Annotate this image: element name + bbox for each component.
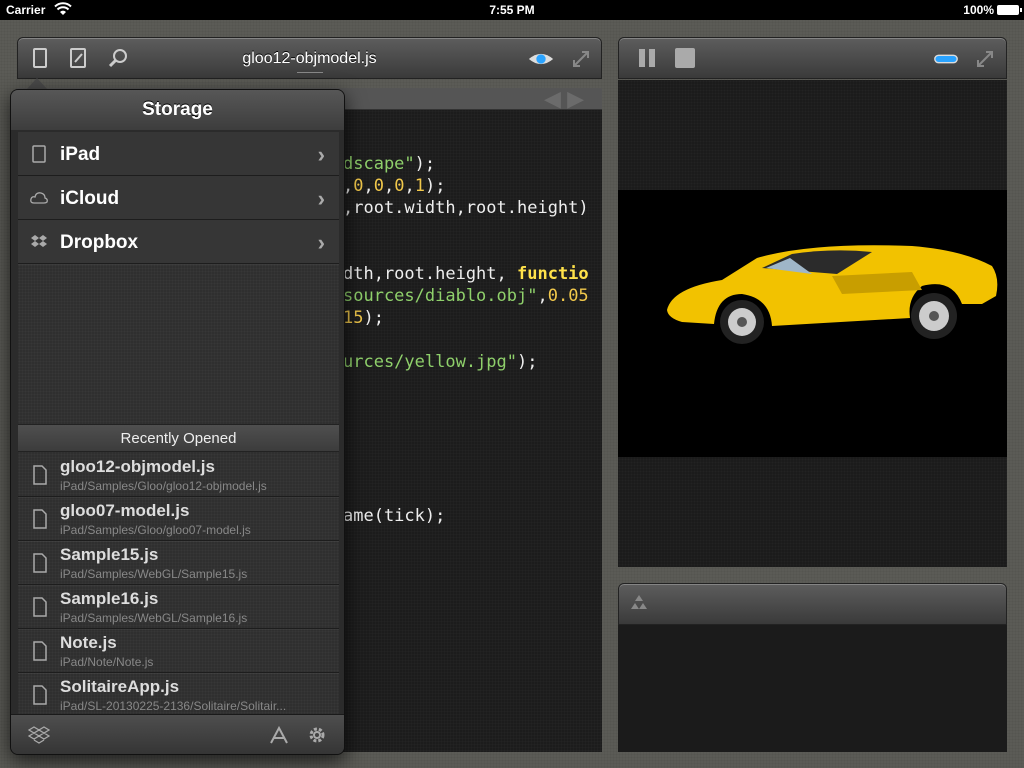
gear-icon[interactable] [305, 723, 329, 747]
preview-pane [618, 80, 1007, 567]
code-token: ,root.width,root.height) [343, 198, 589, 218]
storage-item-ipad[interactable]: iPad › [18, 132, 339, 176]
storage-item-dropbox[interactable]: Dropbox › [18, 220, 339, 264]
code-token: , [384, 176, 395, 196]
file-icon [33, 641, 47, 661]
code-token: 0 [373, 176, 384, 196]
dropbox-sync-icon[interactable] [27, 723, 51, 747]
storage-popover: Storage iPad › iCloud › Dropbox › Recent… [10, 89, 345, 755]
console-toolbar [618, 583, 1007, 625]
recent-file-path: iPad/Samples/Gloo/gloo12-objmodel.js [60, 479, 267, 493]
battery-icon [997, 5, 1022, 15]
recent-file-name: gloo12-objmodel.js [60, 457, 215, 476]
recent-file-name: gloo07-model.js [60, 501, 190, 520]
code-line: dscape"); [343, 154, 435, 174]
storage-item-label: iCloud [60, 188, 120, 209]
code-token: 1 [414, 176, 425, 196]
webgl-canvas[interactable] [618, 190, 1007, 457]
code-line: urces/yellow.jpg"); [343, 352, 537, 372]
car-model-image [667, 245, 998, 344]
code-token: sources/diablo.obj" [343, 286, 538, 306]
recent-file-item[interactable]: SolitaireApp.js iPad/SL-20130225-2136/So… [18, 673, 339, 717]
code-token: ); [363, 308, 384, 328]
recent-file-item[interactable]: gloo07-model.js iPad/Samples/Gloo/gloo07… [18, 497, 339, 541]
code-line: 15); [343, 308, 384, 328]
file-icon [33, 597, 47, 617]
code-token: 15 [343, 308, 364, 328]
storage-item-icloud[interactable]: iCloud › [18, 176, 339, 220]
ipad-icon [32, 145, 46, 163]
code-token: ); [425, 176, 446, 196]
code-token: urces/yellow.jpg" [343, 352, 517, 372]
chevron-right-icon: › [317, 142, 325, 167]
code-line: dth,root.height, functio [343, 264, 589, 284]
code-line: sources/diablo.obj",0.05 [343, 286, 589, 306]
recent-file-name: SolitaireApp.js [60, 677, 180, 696]
code-token: , [363, 176, 374, 196]
edit-file-icon[interactable] [66, 46, 90, 70]
recent-file-item[interactable]: gloo12-objmodel.js iPad/Samples/Gloo/glo… [18, 453, 339, 497]
file-icon [33, 685, 47, 705]
file-icon [33, 465, 47, 485]
expand-icon[interactable] [569, 47, 593, 71]
code-token: , [537, 286, 548, 306]
storage-icon[interactable] [28, 46, 52, 70]
storage-item-label: iPad [60, 144, 101, 165]
recent-file-path: iPad/Samples/Gloo/gloo07-model.js [60, 523, 251, 537]
preview-eye-icon[interactable] [526, 47, 556, 71]
app-store-icon[interactable] [267, 723, 291, 747]
dropbox-icon [31, 235, 47, 247]
preview-toolbar [618, 37, 1007, 79]
recent-file-path: iPad/Note/Note.js [60, 655, 154, 669]
recent-file-name: Note.js [60, 633, 117, 652]
recent-file-name: Sample16.js [60, 589, 159, 608]
recycle-icon[interactable] [627, 592, 651, 616]
popover-title: Storage [11, 90, 344, 130]
code-token: 0.05 [547, 286, 589, 306]
chevron-right-icon: › [317, 186, 325, 211]
code-token: dscape" [343, 154, 415, 174]
code-line: ,0,0,0,1); [343, 176, 445, 196]
recent-file-path: iPad/Samples/WebGL/Sample16.js [60, 611, 248, 625]
chevron-right-icon: › [317, 230, 325, 255]
storage-item-label: Dropbox [60, 232, 139, 253]
expand-preview-icon[interactable] [973, 47, 997, 71]
file-icon [33, 553, 47, 573]
recently-opened-header: Recently Opened [18, 424, 339, 452]
stop-icon[interactable] [673, 46, 697, 70]
cloud-icon [30, 192, 48, 204]
code-token: dth,root.height, [343, 264, 517, 284]
recent-file-path: iPad/SL-20130225-2136/Solitaire/Solitair… [60, 699, 287, 713]
editor-toolbar: gloo12-objmodel.js [17, 37, 602, 79]
history-arrows-icon[interactable]: ◀ ▶ [544, 88, 584, 110]
popover-footer [11, 714, 344, 754]
code-token: 0 [353, 176, 364, 196]
popover-content: iPad › iCloud › Dropbox › Recently Opene… [18, 132, 339, 717]
code-line: ame(tick); [343, 506, 445, 526]
code-token: functio [517, 264, 589, 284]
battery-percent: 100% [963, 3, 994, 17]
code-line: ,root.width,root.height) [343, 198, 589, 218]
code-token: ); [517, 352, 538, 372]
clock: 7:55 PM [489, 3, 535, 17]
code-token: , [404, 176, 415, 196]
console-output[interactable] [618, 625, 1007, 752]
pause-icon[interactable] [635, 46, 659, 70]
recent-file-item[interactable]: Sample15.js iPad/Samples/WebGL/Sample15.… [18, 541, 339, 585]
recent-file-name: Sample15.js [60, 545, 159, 564]
file-icon [33, 509, 47, 529]
console-toggle-icon[interactable] [931, 47, 961, 71]
recent-file-item[interactable]: Sample16.js iPad/Samples/WebGL/Sample16.… [18, 585, 339, 629]
code-token: ame(tick); [343, 506, 446, 526]
code-token: ); [414, 154, 436, 174]
status-bar: Carrier 7:55 PM 100% [0, 0, 1024, 20]
recent-file-path: iPad/Samples/WebGL/Sample15.js [60, 567, 248, 581]
code-token: 0 [394, 176, 405, 196]
search-icon[interactable] [106, 46, 130, 70]
recent-file-item[interactable]: Note.js iPad/Note/Note.js [18, 629, 339, 673]
